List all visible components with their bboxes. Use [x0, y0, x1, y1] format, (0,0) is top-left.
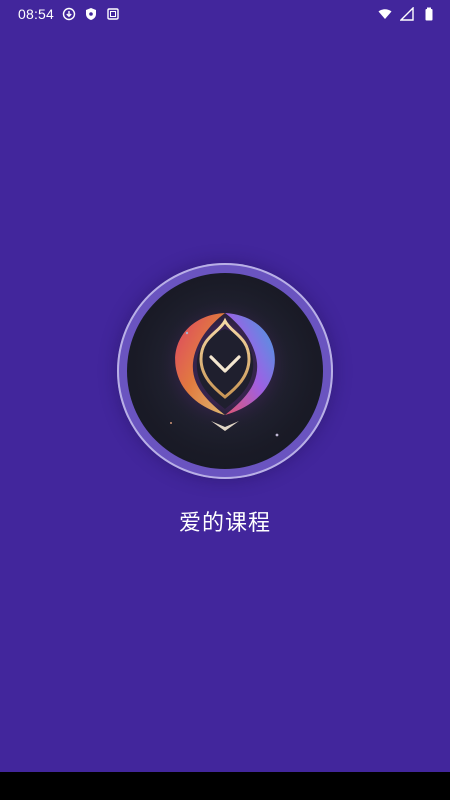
battery-icon	[422, 7, 436, 21]
status-time: 08:54	[18, 6, 55, 22]
shield-icon	[84, 7, 98, 21]
app-title: 爱的课程	[178, 511, 271, 536]
logo-emblem-icon	[155, 295, 295, 437]
app-logo	[127, 273, 323, 469]
screenshot-icon	[106, 7, 120, 21]
signal-icon	[400, 7, 414, 21]
navigation-bar	[0, 772, 450, 800]
status-right	[378, 7, 436, 21]
splash-screen: 08:54 爱的课程	[0, 0, 450, 800]
status-bar: 08:54	[0, 0, 450, 28]
download-icon	[62, 7, 76, 21]
wifi-icon	[378, 7, 392, 21]
status-left: 08:54	[18, 6, 120, 22]
